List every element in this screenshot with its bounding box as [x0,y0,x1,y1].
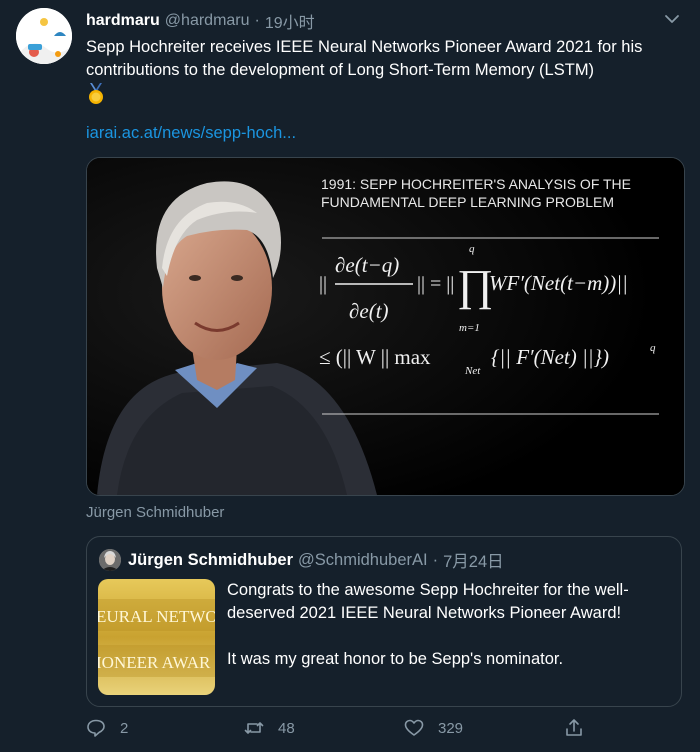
media-illustration: 1991: SEPP HOCHREITER'S ANALYSIS OF THE … [87,158,684,495]
thumbnail-text-line2: IONEER AWAR [98,653,211,672]
eq-norm-left: || [319,273,327,295]
eq-line2-subscript: Net [464,365,481,377]
award-thumbnail-image: EURAL NETWORK IONEER AWAR [98,579,215,695]
share-icon [566,719,582,736]
quoted-thumbnail[interactable]: EURAL NETWORK IONEER AWAR [98,579,215,695]
thumbnail-text-line1: EURAL NETWORK [98,607,215,626]
like-count: 329 [438,719,464,737]
author-handle[interactable]: @hardmaru [165,12,250,30]
tweet-text: Sepp Hochreiter receives IEEE Neural Net… [86,38,643,79]
eq-line2: ≤ (|| W || max [319,345,431,369]
share-button[interactable] [564,718,598,738]
quoted-author-name[interactable]: Jürgen Schmidhuber [128,551,293,570]
eq-line2-rest: {|| F′(Net) ||}) [491,345,609,369]
svg-text:∏: ∏ [457,261,493,310]
tweet-body: Sepp Hochreiter receives IEEE Neural Net… [86,36,686,105]
retweet-icon [244,722,264,734]
chevron-down-icon[interactable] [664,11,680,27]
quoted-body: Congrats to the awesome Sepp Hochreiter … [227,579,673,671]
reply-count: 2 [120,719,129,737]
retweet-button[interactable]: 48 [244,718,295,738]
eq-fraction-numerator: ∂e(t−q) [335,253,399,277]
eq-fraction-denominator: ∂e(t) [349,299,389,323]
article-link[interactable]: iarai.ac.at/news/sepp-hoch... [86,124,296,143]
quoted-author-avatar[interactable] [99,549,121,571]
eq-product-upper: q [469,243,475,255]
author-avatar[interactable] [16,8,72,64]
eq-right-side: WF′(Net(t−m))|| [489,271,628,295]
quoted-tweet[interactable]: Jürgen Schmidhuber @SchmidhuberAI · 7月24… [86,536,682,707]
quoted-header: Jürgen Schmidhuber @SchmidhuberAI · 7月24… [128,548,504,572]
separator-dot: · [254,12,260,29]
medal-emoji-icon [89,83,103,104]
quoted-timestamp[interactable]: 7月24日 [443,548,504,572]
reply-button[interactable]: 2 [86,718,128,738]
media-heading-line1: 1991: SEPP HOCHREITER'S ANALYSIS OF THE [321,176,631,192]
tweet-timestamp[interactable]: 19小时 [265,9,315,33]
retweet-count: 48 [278,719,295,737]
avatar-illustration [16,8,72,64]
heart-icon [404,719,424,736]
tweet-actions: 2 48 329 [86,718,586,744]
quoted-paragraph-1: Congrats to the awesome Sepp Hochreiter … [227,581,629,622]
media-caption: Jürgen Schmidhuber [86,504,225,521]
reply-icon [87,719,105,737]
quoted-separator-dot: · [432,550,439,569]
quoted-avatar-portrait [99,549,121,571]
like-button[interactable]: 329 [404,718,463,738]
tweet-header: hardmaru @hardmaru · 19小时 [86,10,680,32]
author-name[interactable]: hardmaru [86,12,160,30]
tweet-media-image[interactable]: 1991: SEPP HOCHREITER'S ANALYSIS OF THE … [86,157,685,496]
eq-middle: || = || [417,273,454,295]
eq-product-lower: m=1 [459,322,480,334]
quoted-author-handle[interactable]: @SchmidhuberAI [298,551,428,570]
media-heading-line2: FUNDAMENTAL DEEP LEARNING PROBLEM [321,194,614,210]
eq-line2-superscript: q [650,342,656,354]
quoted-paragraph-2: It was my great honor to be Sepp's nomin… [227,650,564,668]
